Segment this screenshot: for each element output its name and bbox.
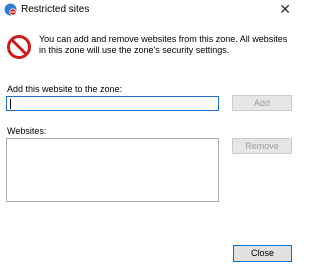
add-website-label: Add this website to the zone: <box>7 84 123 94</box>
text-caret <box>10 99 11 109</box>
window-title: Restricted sites <box>21 4 90 15</box>
close-button[interactable]: Close <box>233 245 292 262</box>
add-button[interactable]: Add <box>232 95 292 111</box>
title-bar: Restricted sites ✕ <box>0 0 300 20</box>
remove-button[interactable]: Remove <box>232 138 292 154</box>
websites-list[interactable] <box>6 138 219 202</box>
websites-label: Websites: <box>7 126 47 136</box>
close-icon[interactable]: ✕ <box>279 1 291 17</box>
website-input[interactable] <box>6 96 219 111</box>
zone-description: You can add and remove websites from thi… <box>39 34 288 55</box>
restricted-sites-icon <box>4 3 17 16</box>
restricted-icon <box>7 35 31 59</box>
